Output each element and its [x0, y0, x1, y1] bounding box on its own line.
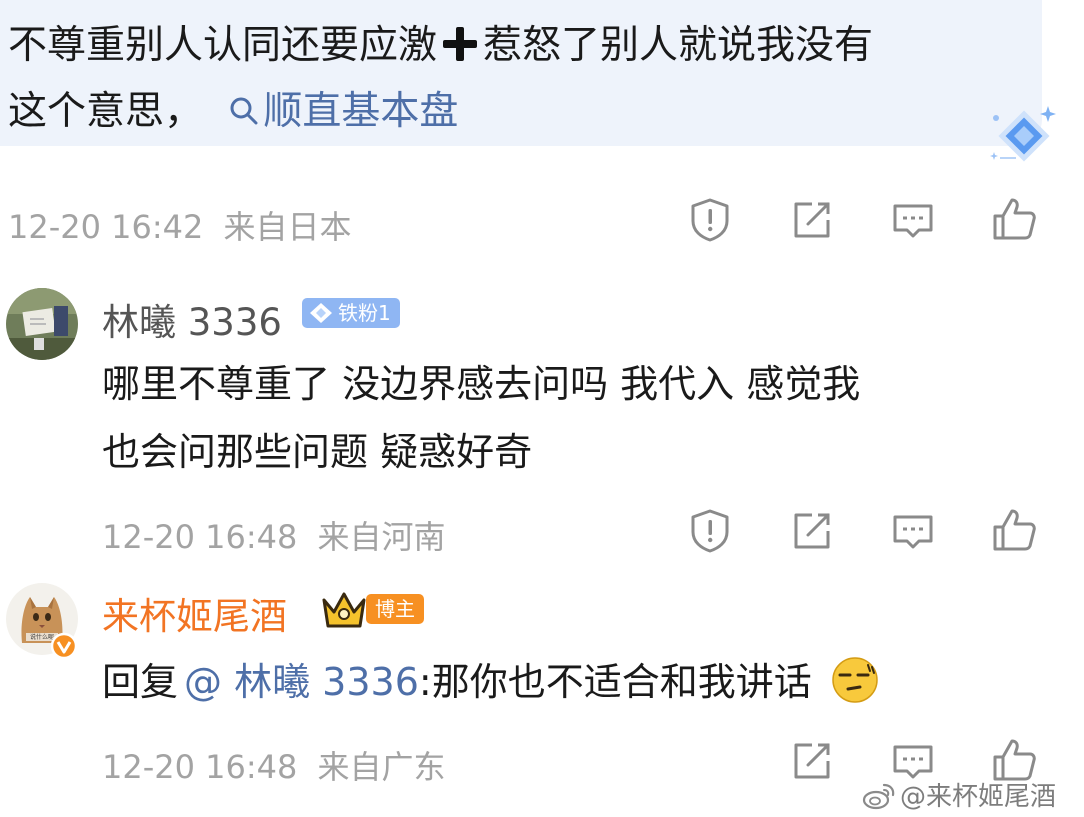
comment-text-c: 这个意思，	[8, 89, 204, 134]
report-icon[interactable]	[686, 507, 734, 555]
comment-icon[interactable]	[889, 507, 937, 555]
topic-link[interactable]: 顺直基本盘	[229, 89, 458, 134]
diamond-icon	[990, 106, 1056, 162]
like-icon[interactable]	[990, 505, 1038, 553]
verified-v-icon	[50, 632, 78, 660]
comment-line-2: 这个意思， 顺直基本盘	[8, 80, 458, 144]
repost-icon[interactable]	[788, 507, 836, 555]
comment-text-a: 不尊重别人认同还要应激	[8, 23, 438, 68]
topic-link-label: 顺直基本盘	[263, 89, 459, 134]
reply-text: :那你也不适合和我讲话	[418, 660, 812, 704]
reply-line-2: 也会问那些问题 疑惑好奇	[102, 430, 533, 474]
reply-line-1: 哪里不尊重了 没边界感去问吗 我代入 感觉我	[102, 362, 861, 406]
location: 来自日本	[223, 208, 352, 246]
smirk-emoji-icon	[832, 657, 878, 703]
reply-line: 回复 @ 林曦 3336:那你也不适合和我讲话	[102, 650, 880, 714]
like-icon[interactable]	[990, 194, 1038, 242]
username[interactable]: 来杯姬尾酒	[102, 586, 287, 640]
location: 来自广东	[317, 748, 446, 786]
comment-meta: 12-20 16:42 来自日本	[8, 202, 352, 248]
comment-text-b: 惹怒了别人就说我没有	[483, 23, 874, 68]
host-badge: 博主	[366, 594, 424, 624]
mention-link[interactable]: @ 林曦 3336	[184, 660, 419, 704]
location: 来自河南	[317, 518, 446, 556]
reply-meta: 12-20 16:48 来自广东	[102, 742, 446, 788]
repost-icon[interactable]	[788, 196, 836, 244]
fan-badge: 铁粉1	[302, 298, 400, 328]
watermark: @来杯姬尾酒	[862, 776, 1056, 813]
comment-line-1: 不尊重别人认同还要应激 惹怒了别人就说我没有	[8, 14, 873, 78]
reply-prefix: 回复	[102, 660, 179, 704]
plus-icon	[441, 25, 479, 63]
timestamp: 12-20 16:42	[8, 208, 204, 246]
username[interactable]: 林曦 3336	[102, 292, 282, 346]
avatar[interactable]	[6, 288, 78, 360]
fan-badge-label: 铁粉1	[338, 301, 391, 325]
comment-icon[interactable]	[889, 196, 937, 244]
crown-icon	[322, 592, 366, 628]
search-icon	[230, 97, 258, 125]
watermark-text: @来杯姬尾酒	[900, 782, 1057, 812]
weibo-logo-icon	[862, 783, 895, 810]
host-badge-label: 博主	[366, 594, 424, 624]
repost-icon[interactable]	[788, 737, 836, 785]
timestamp: 12-20 16:48	[102, 748, 298, 786]
reply-meta: 12-20 16:48 来自河南	[102, 512, 446, 558]
diamond-icon	[310, 303, 332, 323]
timestamp: 12-20 16:48	[102, 518, 298, 556]
report-icon[interactable]	[686, 196, 734, 244]
